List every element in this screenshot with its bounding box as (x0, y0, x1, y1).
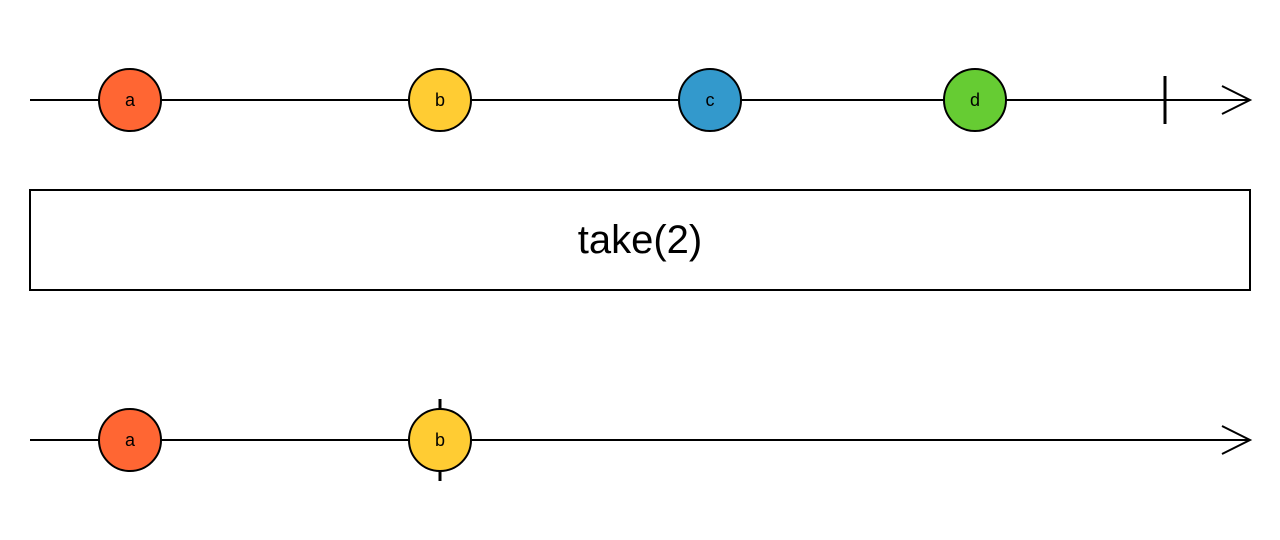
source-marble-2: c (679, 69, 741, 131)
result-marble-1: b (409, 409, 471, 471)
result-timeline: ab (30, 399, 1250, 481)
source-marble-0-label: a (125, 90, 136, 110)
source-marble-3-label: d (970, 90, 980, 110)
source-marble-2-label: c (706, 90, 715, 110)
source-marble-1: b (409, 69, 471, 131)
source-marble-0: a (99, 69, 161, 131)
source-timeline: a b c d (30, 69, 1250, 131)
result-marble-1-label: b (435, 430, 445, 450)
operator-box: take(2) (30, 190, 1250, 290)
operator-label: take(2) (578, 218, 703, 262)
marble-diagram: abcdtake(2)ab (0, 0, 1280, 540)
source-marble-1-label: b (435, 90, 445, 110)
result-marble-0-label: a (125, 430, 136, 450)
source-marble-3: d (944, 69, 1006, 131)
result-marble-0: a (99, 409, 161, 471)
